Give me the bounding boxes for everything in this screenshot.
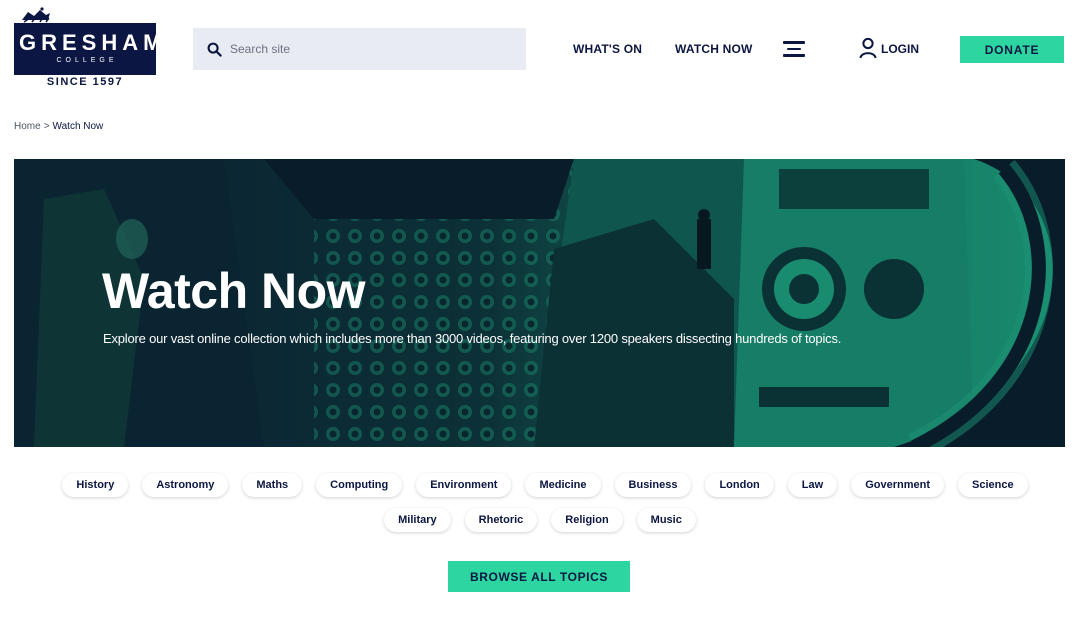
browse-all-topics-button[interactable]: BROWSE ALL TOPICS [448,561,630,592]
breadcrumb-separator: > [43,121,50,132]
login-label: LOGIN [881,42,919,56]
search-input[interactable] [230,42,510,56]
topic-chip-maths[interactable]: Maths [242,473,303,497]
logo-subtitle: COLLEGE [56,57,118,64]
hero-banner: Watch Now Explore our vast online collec… [14,159,1065,447]
hero-subtitle: Explore our vast online collection which… [103,331,842,346]
topic-chip-music[interactable]: Music [636,508,696,532]
nav-watch-now[interactable]: WATCH NOW [675,42,753,56]
topics-list: History Astronomy Maths Computing Enviro… [0,473,1080,543]
topic-chip-computing[interactable]: Computing [316,473,403,497]
donate-button[interactable]: DONATE [960,36,1064,63]
logo-name: GRESHAM [19,30,167,55]
nav-whats-on[interactable]: WHAT'S ON [573,42,642,56]
topic-chip-law[interactable]: Law [787,473,838,497]
gresham-logo[interactable]: GRESHAM COLLEGE SINCE 1597 [14,6,167,90]
topic-chip-medicine[interactable]: Medicine [525,473,601,497]
topic-chip-government[interactable]: Government [851,473,944,497]
topic-chip-religion[interactable]: Religion [551,508,623,532]
logo-box: GRESHAM COLLEGE [14,23,167,75]
topic-chip-history[interactable]: History [62,473,129,497]
logo-since: SINCE 1597 [46,76,124,88]
breadcrumb-current: Watch Now [52,121,104,132]
search-icon [207,42,222,57]
topic-chip-business[interactable]: Business [614,473,692,497]
login-button[interactable]: LOGIN [858,37,919,59]
user-icon [859,37,877,59]
topic-chip-london[interactable]: London [705,473,774,497]
menu-button[interactable] [783,40,805,58]
topics-row-1: History Astronomy Maths Computing Enviro… [0,473,1080,497]
topic-chip-science[interactable]: Science [957,473,1028,497]
topic-chip-military[interactable]: Military [384,508,451,532]
search-bar[interactable] [193,28,526,70]
topics-row-2: Military Rhetoric Religion Music [0,508,1080,532]
hero-title: Watch Now [102,263,366,319]
topic-chip-rhetoric[interactable]: Rhetoric [464,508,538,532]
topic-chip-environment[interactable]: Environment [416,473,512,497]
topic-chip-astronomy[interactable]: Astronomy [142,473,229,497]
breadcrumb: Home > Watch Now [14,121,103,132]
grasshopper-crest-icon [22,7,50,23]
breadcrumb-home[interactable]: Home [14,121,41,132]
